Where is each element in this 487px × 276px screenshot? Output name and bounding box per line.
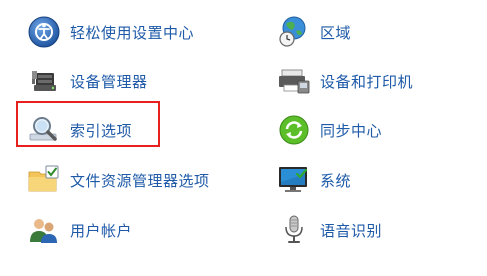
region-globe-clock-icon: [276, 14, 312, 50]
item-label: 设备管理器: [70, 72, 148, 91]
item-label: 系统: [320, 171, 352, 190]
item-label: 设备和打印机: [320, 72, 414, 91]
system-monitor-icon: [276, 162, 312, 198]
item-sync-center[interactable]: 同步中心: [276, 110, 382, 150]
item-ease-of-access[interactable]: 轻松使用设置中心: [26, 12, 194, 52]
item-label: 轻松使用设置中心: [70, 23, 195, 42]
item-indexing-options[interactable]: 索引选项: [26, 110, 132, 150]
devices-printers-icon: [276, 63, 312, 99]
item-label: 语音识别: [320, 221, 383, 240]
item-label: 同步中心: [320, 121, 383, 140]
ease-of-access-icon: [26, 14, 62, 50]
user-accounts-icon: [26, 212, 62, 248]
item-device-manager[interactable]: 设备管理器: [26, 61, 148, 101]
device-manager-icon: [26, 63, 62, 99]
indexing-options-icon: [26, 112, 62, 148]
item-speech-recognition[interactable]: 语音识别: [276, 210, 382, 250]
sync-center-icon: [276, 112, 312, 148]
item-file-explorer-options[interactable]: 文件资源管理器选项: [26, 160, 210, 200]
file-explorer-options-icon: [26, 162, 62, 198]
item-system[interactable]: 系统: [276, 160, 351, 200]
item-label: 区域: [320, 23, 352, 42]
item-label: 用户帐户: [70, 221, 133, 240]
item-devices-printers[interactable]: 设备和打印机: [276, 61, 413, 101]
speech-recognition-icon: [276, 212, 312, 248]
control-panel-items: 轻松使用设置中心 设备管理器 索引选项 文件资源管理器选项 用户帐户 区域 设备…: [0, 0, 487, 276]
item-label: 文件资源管理器选项: [70, 171, 210, 190]
item-region[interactable]: 区域: [276, 12, 351, 52]
item-label: 索引选项: [70, 121, 133, 140]
item-user-accounts[interactable]: 用户帐户: [26, 210, 132, 250]
